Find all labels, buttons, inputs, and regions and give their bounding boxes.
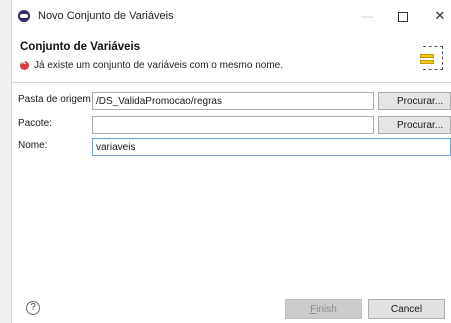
eclipse-app-icon [18, 10, 30, 22]
wizard-header: Conjunto de Variáveis Já existe um conju… [12, 32, 451, 82]
maximize-button[interactable] [388, 6, 418, 26]
name-input[interactable] [92, 138, 451, 156]
package-label: Pacote: [18, 118, 52, 129]
source-folder-input[interactable] [92, 92, 374, 110]
maximize-icon [398, 11, 408, 22]
package-input[interactable] [92, 116, 374, 134]
name-row: Nome: [12, 138, 451, 156]
source-folder-label: Pasta de origem: [18, 94, 94, 105]
title-bar: Novo Conjunto de Variáveis — ✕ [12, 0, 451, 32]
finish-button[interactable]: Finish [285, 299, 362, 319]
close-button[interactable]: ✕ [425, 6, 451, 26]
finish-label: inish [316, 303, 337, 315]
window-title: Novo Conjunto de Variáveis [38, 10, 174, 22]
background-window-edge [0, 0, 12, 323]
source-folder-browse-button[interactable]: Procurar... [378, 92, 451, 110]
error-message: Já existe um conjunto de variáveis com o… [34, 60, 283, 71]
package-browse-button[interactable]: Procurar... [378, 116, 451, 134]
error-icon [20, 57, 29, 70]
variables-wizard-icon [419, 44, 445, 72]
wizard-title: Conjunto de Variáveis [20, 41, 141, 53]
minimize-button[interactable]: — [352, 6, 382, 26]
cancel-button[interactable]: Cancel [368, 299, 445, 319]
header-separator [12, 82, 451, 83]
name-label: Nome: [18, 140, 48, 151]
source-folder-row: Pasta de origem: Procurar... [12, 92, 451, 110]
button-bar: ? Finish Cancel [12, 296, 451, 323]
dialog-window: Novo Conjunto de Variáveis — ✕ Conjunto … [12, 0, 451, 323]
package-row: Pacote: Procurar... [12, 116, 451, 134]
help-icon[interactable]: ? [26, 301, 40, 315]
